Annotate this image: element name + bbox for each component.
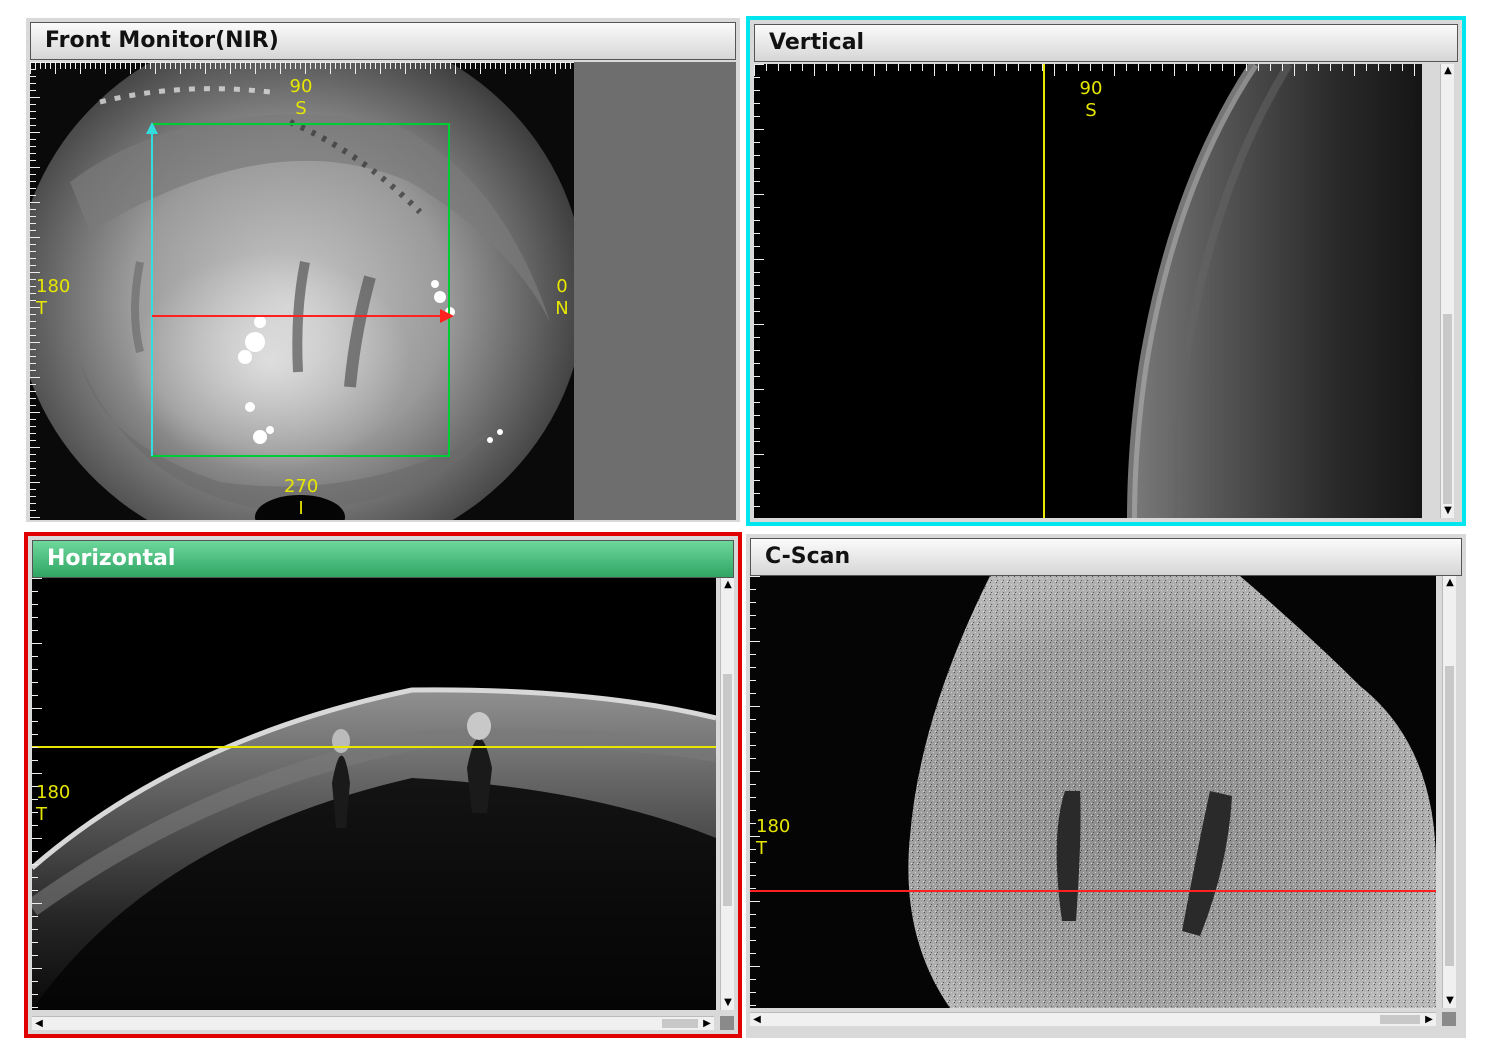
scan-overlay xyxy=(146,122,454,457)
scroll-down-icon[interactable]: ▼ xyxy=(1441,504,1455,518)
horizontal-label-left-180: 180 T xyxy=(36,782,71,825)
horizontal-hscrollbar[interactable]: ◀ ▶ xyxy=(32,1016,714,1030)
vertical-left-ruler xyxy=(754,64,764,507)
scroll-up-icon[interactable]: ▲ xyxy=(721,578,735,592)
cscan-panel[interactable]: C-Scan 180 T ▲ ▼ ◀ ▶ xyxy=(746,534,1466,1038)
vertical-title: Vertical xyxy=(754,24,1458,62)
front-monitor-title: Front Monitor(NIR) xyxy=(30,22,736,60)
vertical-vscrollbar[interactable]: ▲ ▼ xyxy=(1440,64,1454,518)
scroll-corner xyxy=(720,1016,734,1030)
scroll-left-icon[interactable]: ◀ xyxy=(32,1017,46,1031)
vertical-bscan-image xyxy=(754,64,1422,518)
cscan-image xyxy=(750,576,1436,1008)
cscan-label-left-180: 180 T xyxy=(756,816,791,859)
scroll-left-icon[interactable]: ◀ xyxy=(750,1013,764,1027)
horizontal-panel[interactable]: Horizontal 180 T ▲ ▼ ◀ ▶ xyxy=(24,532,742,1038)
scroll-corner xyxy=(1442,1012,1456,1026)
scroll-down-icon[interactable]: ▼ xyxy=(721,996,735,1010)
cscan-left-ruler xyxy=(750,576,760,1006)
front-monitor-view[interactable]: 90 S 180 T 0N 270 I xyxy=(30,62,574,520)
label-left-180: 180 T xyxy=(36,276,71,319)
cscan-title: C-Scan xyxy=(750,538,1462,576)
vertical-label-top-90: 90 S xyxy=(1079,78,1103,121)
scroll-up-icon[interactable]: ▲ xyxy=(1441,64,1455,78)
label-bottom-270: 270 I xyxy=(284,476,319,519)
vertical-bscan-view[interactable]: 90 S xyxy=(754,64,1422,518)
cscan-vscrollbar[interactable]: ▲ ▼ xyxy=(1442,576,1456,1008)
horizontal-title: Horizontal xyxy=(32,540,734,578)
scroll-up-icon[interactable]: ▲ xyxy=(1443,576,1457,590)
horizontal-scan-arrow-icon xyxy=(440,309,454,323)
front-monitor-panel: Front Monitor(NIR) 90 S 180 T 0 N 270 I xyxy=(26,18,740,522)
scroll-down-icon[interactable]: ▼ xyxy=(1443,994,1457,1008)
label-right-0: 0N xyxy=(555,276,569,319)
cscan-hscroll-thumb[interactable] xyxy=(1380,1015,1420,1024)
horizontal-vscrollbar[interactable]: ▲ ▼ xyxy=(720,578,734,1010)
horizontal-vscroll-thumb[interactable] xyxy=(723,674,732,906)
vertical-scroll-thumb[interactable] xyxy=(1443,314,1452,504)
front-gray-area xyxy=(574,62,736,520)
horizontal-bscan-image xyxy=(32,578,716,1010)
horizontal-bscan-view[interactable]: 180 T xyxy=(32,578,716,1010)
label-top-90: 90 S xyxy=(289,76,313,119)
horizontal-hscroll-thumb[interactable] xyxy=(662,1019,698,1028)
scroll-right-icon[interactable]: ▶ xyxy=(1422,1013,1436,1027)
scan-area-box xyxy=(151,123,450,457)
vertical-top-ruler xyxy=(754,64,1415,76)
vertical-panel[interactable]: Vertical 90 S ▲ ▼ xyxy=(746,16,1466,526)
cscan-view[interactable]: 180 T xyxy=(750,576,1436,1008)
cscan-vscroll-thumb[interactable] xyxy=(1445,666,1454,966)
cscan-hscrollbar[interactable]: ◀ ▶ xyxy=(750,1012,1436,1026)
scroll-right-icon[interactable]: ▶ xyxy=(700,1017,714,1031)
